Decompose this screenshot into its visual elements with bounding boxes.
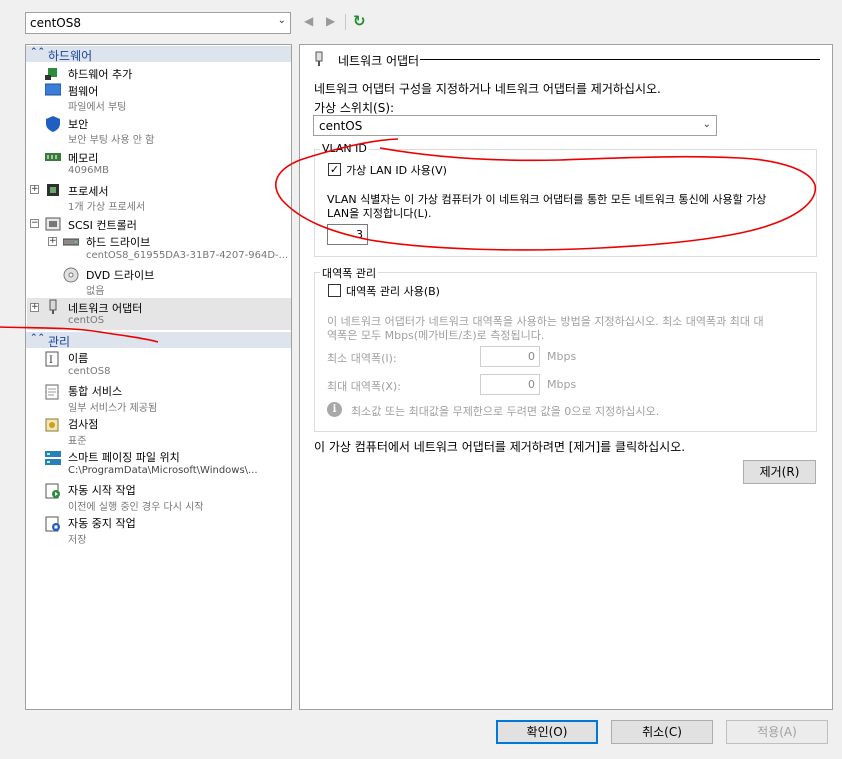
tree-item-dvd-sub: 없음 (86, 286, 105, 297)
tree-item-auto-start[interactable]: 자동 시작 작업 (68, 482, 136, 498)
tree-item-security[interactable]: 보안 (68, 116, 88, 132)
tree-item-processor-sub: 1개 가상 프로세서 (68, 202, 146, 213)
collapse-icon: ⌃⌃ (30, 333, 46, 343)
virtual-switch-select[interactable]: centOS ⌄ (313, 115, 717, 136)
tree-item-checkpoint[interactable]: 검사점 (68, 416, 98, 432)
vlan-enable-label[interactable]: 가상 LAN ID 사용(V) (346, 162, 447, 178)
tree-item-dvd[interactable]: DVD 드라이브 (86, 267, 154, 283)
management-header-label: 관리 (48, 335, 71, 349)
switch-label: 가상 스위치(S): (314, 101, 395, 115)
hardware-section-header[interactable]: ⌃⌃ 하드웨어 (26, 46, 291, 63)
vlan-description-line2: LAN을 지정합니다(L). (327, 207, 432, 220)
min-bandwidth-label: 최소 대역폭(I): (327, 352, 397, 365)
checkpoint-icon (45, 417, 61, 432)
collapse-icon: ⌃⌃ (30, 47, 46, 57)
integration-services-icon (45, 384, 61, 400)
details-panel: 네트워크 어댑터 네트워크 어댑터 구성을 지정하거나 네트워크 어댑터를 제거… (299, 44, 833, 710)
expand-icon[interactable]: + (48, 237, 57, 246)
tree-item-smart-paging[interactable]: 스마트 페이징 파일 위치 (68, 449, 180, 465)
remove-button[interactable]: 제거(R) (743, 460, 816, 484)
tree-item-smart-paging-sub: C:\ProgramData\Microsoft\Windows\... (68, 465, 258, 476)
chevron-down-icon: ⌄ (277, 15, 286, 26)
back-arrow-icon[interactable]: ◀ (304, 14, 313, 28)
virtual-switch-value: centOS (319, 119, 363, 133)
expand-icon[interactable]: + (30, 185, 39, 194)
tree-item-auto-stop[interactable]: 자동 중지 작업 (68, 515, 136, 531)
max-bandwidth-unit: Mbps (547, 378, 577, 391)
tree-item-name-sub: centOS8 (68, 366, 111, 377)
smart-paging-icon (45, 450, 61, 465)
vm-select[interactable]: centOS8 ⌄ (25, 12, 291, 34)
tree-item-network-adapter[interactable]: 네트워크 어댑터 (68, 300, 142, 316)
refresh-icon[interactable]: ↻ (353, 12, 366, 30)
svg-text:I: I (49, 355, 53, 366)
tree-item-checkpoint-sub: 표준 (68, 436, 87, 447)
ok-button[interactable]: 확인(O) (496, 720, 598, 744)
max-bandwidth-input[interactable]: 0 (480, 374, 540, 395)
shield-icon (45, 116, 61, 132)
vlan-id-input[interactable]: 3 (327, 224, 368, 245)
tree-item-add-hardware[interactable]: 하드웨어 추가 (68, 66, 132, 82)
tree-item-auto-start-sub: 이전에 실행 중인 경우 다시 시작 (68, 502, 204, 513)
firmware-icon (44, 83, 62, 97)
hardware-header-label: 하드웨어 (48, 49, 93, 63)
memory-icon (45, 151, 61, 165)
tree-item-auto-stop-sub: 저장 (68, 535, 87, 546)
processor-icon (45, 182, 61, 196)
tree-item-memory-sub: 4096MB (68, 165, 109, 176)
vlan-group-label: VLAN ID (320, 142, 369, 155)
network-adapter-icon (45, 299, 61, 314)
management-section-header[interactable]: ⌃⌃ 관리 (26, 332, 291, 349)
auto-stop-icon (45, 516, 61, 532)
tree-item-firmware-sub: 파일에서 부팅 (68, 102, 127, 113)
hard-drive-icon (62, 235, 80, 249)
expand-icon[interactable]: + (30, 303, 39, 312)
add-hardware-icon (45, 66, 61, 80)
bandwidth-enable-checkbox[interactable] (328, 284, 341, 297)
bandwidth-info-text: 최소값 또는 최대값을 무제한으로 두려면 값을 0으로 지정하십시오. (351, 405, 660, 418)
bandwidth-group-label: 대역폭 관리 (320, 265, 379, 281)
selected-row-highlight (27, 298, 291, 330)
auto-start-icon (45, 483, 61, 499)
bandwidth-description-line2: 역폭은 모두 Mbps(메가비트/초)로 측정됩니다. (327, 329, 545, 342)
tree-item-processor[interactable]: 프로세서 (68, 183, 108, 199)
vlan-enable-checkbox[interactable]: ✓ (328, 163, 341, 176)
remove-instructions: 이 가상 컴퓨터에서 네트워크 어댑터를 제거하려면 [제거]를 클릭하십시오. (314, 440, 686, 454)
tree-item-memory[interactable]: 메모리 (68, 150, 98, 166)
chevron-down-icon: ⌄ (702, 119, 711, 130)
panel-title: 네트워크 어댑터 (338, 54, 420, 68)
info-icon: i (327, 402, 342, 417)
tree-item-scsi[interactable]: SCSI 컨트롤러 (68, 217, 137, 233)
tree-item-integration-services[interactable]: 통합 서비스 (68, 383, 122, 399)
forward-arrow-icon[interactable]: ▶ (326, 14, 335, 28)
apply-button[interactable]: 적용(A) (726, 720, 828, 744)
tree-item-network-adapter-sub: centOS (68, 315, 105, 326)
tree-item-hard-drive-sub: centOS8_61955DA3-31B7-4207-964D-... (86, 250, 289, 261)
tree-item-firmware[interactable]: 펌웨어 (68, 83, 98, 99)
tree-item-security-sub: 보안 부팅 사용 안 함 (68, 135, 155, 146)
dvd-icon (63, 267, 79, 283)
network-adapter-icon (313, 51, 325, 70)
max-bandwidth-label: 최대 대역폭(X): (327, 380, 401, 393)
panel-description: 네트워크 어댑터 구성을 지정하거나 네트워크 어댑터를 제거하십시오. (314, 82, 661, 96)
tree-item-integration-services-sub: 일부 서비스가 제공됨 (68, 403, 158, 414)
vm-select-value: centOS8 (30, 16, 81, 30)
tree-item-name[interactable]: 이름 (68, 350, 88, 366)
name-icon: I (45, 351, 61, 367)
toolbar-divider (345, 14, 346, 30)
min-bandwidth-unit: Mbps (547, 350, 577, 363)
settings-tree[interactable]: ⌃⌃ 하드웨어 하드웨어 추가 펌웨어 파일에서 부팅 보안 보안 부팅 사용 … (25, 44, 292, 710)
bandwidth-enable-label[interactable]: 대역폭 관리 사용(B) (346, 283, 440, 299)
tree-item-hard-drive[interactable]: 하드 드라이브 (86, 234, 150, 250)
cancel-button[interactable]: 취소(C) (611, 720, 713, 744)
collapse-tree-icon[interactable]: − (30, 219, 39, 228)
scsi-controller-icon (45, 216, 61, 231)
min-bandwidth-input[interactable]: 0 (480, 346, 540, 367)
title-divider (420, 59, 820, 60)
